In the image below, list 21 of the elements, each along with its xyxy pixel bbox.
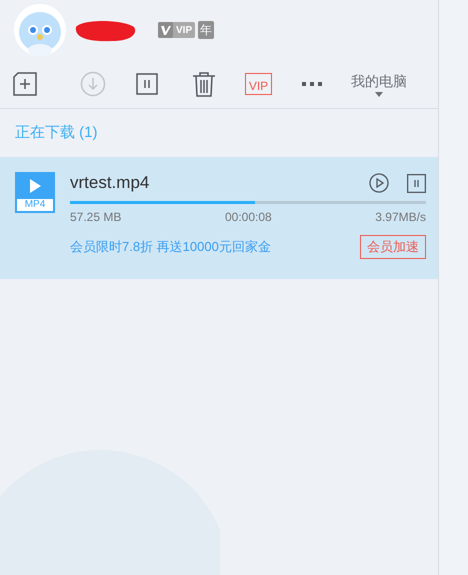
play-icon[interactable] [369, 173, 389, 193]
pause-icon[interactable] [407, 174, 426, 192]
location-dropdown[interactable]: 我的电脑 [351, 71, 407, 97]
file-name: vrtest.mp4 [70, 172, 150, 194]
v-logo-icon [158, 22, 173, 38]
download-speed: 3.97MB/s [375, 209, 426, 226]
video-file-icon: MP4 [15, 172, 55, 213]
promo-link[interactable]: 会员限时7.8折 再送10000元回家金 [70, 237, 271, 257]
vip-badge: VIP [158, 22, 196, 38]
delete-icon[interactable] [192, 71, 216, 97]
download-row[interactable]: MP4 vrtest.mp4 57.25 MB 00:00:08 3.97MB/s 会员限时7.8折 再送10000元回家金 会员加速 [0, 157, 438, 279]
elapsed-time: 00:00:08 [224, 209, 272, 226]
vip-button[interactable]: VIP [245, 73, 272, 95]
new-task-icon[interactable] [12, 71, 38, 97]
file-size: 57.25 MB [70, 209, 122, 226]
pause-icon[interactable] [136, 73, 158, 95]
boost-button[interactable]: 会员加速 [360, 235, 426, 259]
caret-icon [375, 92, 383, 97]
section-title: 正在下载 (1) [15, 122, 98, 143]
more-icon[interactable] [302, 79, 324, 89]
year-badge: 年 [198, 21, 214, 39]
